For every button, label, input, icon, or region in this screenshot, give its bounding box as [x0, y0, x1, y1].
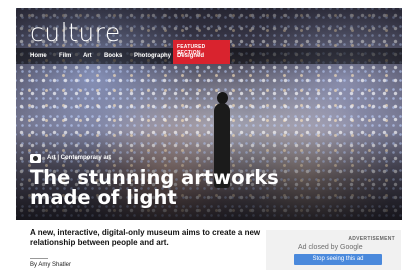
nav-item-books[interactable]: Books [104, 50, 122, 62]
nav-item-art[interactable]: Art [83, 50, 92, 62]
nav-item-home[interactable]: Home [30, 50, 47, 62]
camera-icon [30, 153, 41, 163]
ad-closed-text: Ad closed by Google [298, 244, 363, 251]
nav-item-film[interactable]: Film [59, 50, 71, 62]
featured-section-link[interactable]: Designed [177, 53, 204, 59]
stop-seeing-ad-button[interactable]: Stop seeing this ad [294, 254, 382, 265]
nav-item-photography[interactable]: Photography [134, 50, 171, 62]
category-link[interactable]: Art | Contemporary art [47, 155, 111, 161]
article-standfirst: A new, interactive, digital-only museum … [30, 228, 261, 247]
article-category: Art | Contemporary art [30, 152, 111, 164]
advertisement-box: ADVERTISEMENT Ad closed by Google Stop s… [266, 230, 401, 270]
article-byline: By Amy Shatler [30, 262, 72, 268]
byline-divider [30, 258, 48, 259]
article-title: The stunning artworks made of light [30, 166, 279, 209]
advertisement-label: ADVERTISEMENT [348, 236, 395, 242]
site-logo[interactable]: culture [30, 18, 121, 47]
featured-section-tab[interactable]: FEATURED SECTION Designed [173, 40, 230, 64]
